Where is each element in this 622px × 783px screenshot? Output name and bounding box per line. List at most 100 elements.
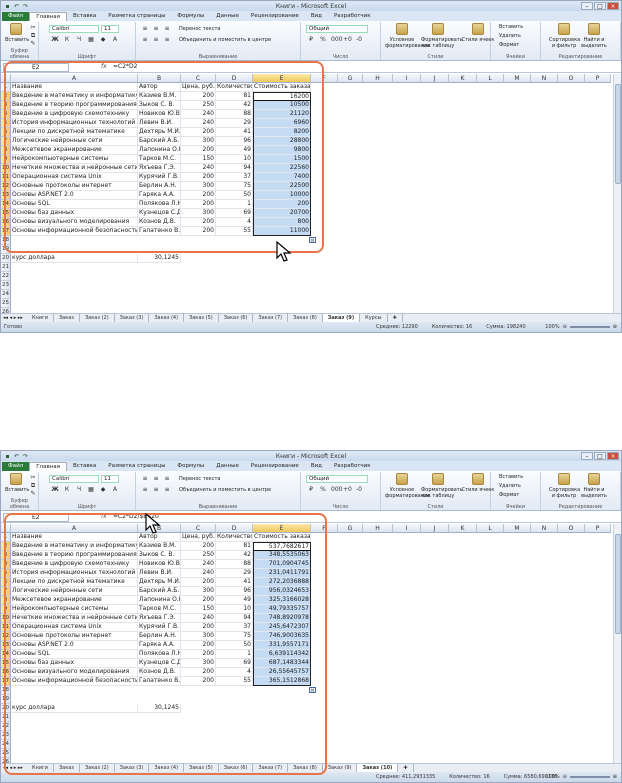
vertical-scrollbar[interactable]: [613, 524, 621, 769]
book-quantity[interactable]: 4: [216, 668, 253, 677]
book-price[interactable]: 200: [181, 218, 216, 227]
book-price[interactable]: 300: [181, 659, 216, 668]
sheet-tab[interactable]: Заказ (10): [357, 764, 399, 772]
cells-format-button[interactable]: Формат: [499, 492, 519, 498]
copy-icon[interactable]: ⧉: [29, 32, 37, 39]
book-quantity[interactable]: 42: [216, 101, 253, 110]
book-author[interactable]: Галатенко В.А.: [138, 227, 181, 236]
book-price[interactable]: 250: [181, 551, 216, 560]
percent-icon[interactable]: %: [319, 36, 327, 43]
row-header[interactable]: 24: [1, 290, 11, 299]
increase-decimal-icon[interactable]: +0: [343, 486, 352, 493]
book-quantity[interactable]: 75: [216, 182, 253, 191]
book-author[interactable]: Курячий Г.В.: [138, 623, 181, 632]
book-title[interactable]: Введение в теорию программирования: [11, 101, 138, 110]
format-painter-icon[interactable]: ✎: [29, 490, 37, 497]
row-header[interactable]: 7: [1, 137, 11, 146]
format-painter-icon[interactable]: ✎: [29, 40, 37, 47]
book-price[interactable]: 150: [181, 155, 216, 164]
redo-icon[interactable]: ↷: [22, 453, 29, 460]
column-header-D[interactable]: D: [216, 524, 253, 533]
row-header[interactable]: 13: [1, 191, 11, 200]
font-size-combo[interactable]: 11: [101, 25, 119, 33]
row-header[interactable]: 10: [1, 164, 11, 173]
book-title[interactable]: Введение в теорию программирования: [11, 551, 138, 560]
sheet-tab[interactable]: Заказ (3): [115, 764, 150, 772]
book-price[interactable]: 200: [181, 173, 216, 182]
number-format-combo[interactable]: Общий: [306, 475, 368, 483]
book-author[interactable]: Курячий Г.В.: [138, 173, 181, 182]
decrease-decimal-icon[interactable]: -0: [355, 486, 363, 493]
tab-3[interactable]: Разметка страницы: [102, 12, 171, 21]
book-title[interactable]: Нейрокомпьютерные системы: [11, 155, 138, 164]
column-title[interactable]: Стоимость заказа: [253, 83, 311, 92]
column-header-C[interactable]: C: [181, 524, 216, 533]
row-header[interactable]: 1: [1, 83, 11, 92]
row-header[interactable]: 14: [1, 650, 11, 659]
book-quantity[interactable]: 37: [216, 173, 253, 182]
align-center-icon[interactable]: ≡: [152, 36, 160, 43]
book-title[interactable]: Основы информационной безопасности: [11, 227, 138, 236]
sheet-tab[interactable]: Заказ (8): [288, 314, 323, 322]
column-header-A[interactable]: A: [11, 524, 138, 533]
book-title[interactable]: Основы ASP.NET 2.0: [11, 191, 138, 200]
font-size-combo[interactable]: 11: [101, 475, 119, 483]
zoom-in-icon[interactable]: ⊕: [613, 322, 617, 332]
bold-icon[interactable]: Ж: [51, 36, 59, 43]
row-header[interactable]: 12: [1, 632, 11, 641]
row-header[interactable]: 25: [1, 749, 11, 758]
book-author[interactable]: Кознов Д.В.: [138, 668, 181, 677]
bold-icon[interactable]: Ж: [51, 486, 59, 493]
autofill-options-icon[interactable]: ▤: [309, 687, 316, 693]
conditional-formatting-button[interactable]: Условное форматирование: [385, 473, 430, 499]
book-author[interactable]: Галатенко В.А.: [138, 677, 181, 686]
book-author[interactable]: Лапонина О.Р.: [138, 146, 181, 155]
rate-label[interactable]: курс доллара: [11, 254, 138, 263]
book-quantity[interactable]: 94: [216, 614, 253, 623]
book-title[interactable]: Основы SQL: [11, 200, 138, 209]
tab-0[interactable]: Файл: [2, 462, 30, 471]
name-box[interactable]: E2: [3, 513, 69, 522]
book-price[interactable]: 200: [181, 542, 216, 551]
thousands-icon[interactable]: 000: [331, 36, 342, 43]
column-title[interactable]: Количество: [216, 533, 253, 542]
cells-delete-button[interactable]: Удалить: [499, 483, 521, 489]
sheet-tab[interactable]: Заказ (5): [184, 764, 219, 772]
book-title[interactable]: Введение в математику и информатику: [11, 92, 138, 101]
cells-insert-button[interactable]: Вставить: [499, 474, 523, 480]
book-price[interactable]: 200: [181, 641, 216, 650]
autofill-options-icon[interactable]: ▤: [309, 237, 316, 243]
column-title[interactable]: Название: [11, 533, 138, 542]
sheet-tab[interactable]: Заказ (9): [322, 314, 361, 322]
book-quantity[interactable]: 88: [216, 560, 253, 569]
book-title[interactable]: Основные протоколы интернет: [11, 632, 138, 641]
column-header-G[interactable]: G: [338, 74, 363, 83]
increase-decimal-icon[interactable]: +0: [343, 36, 352, 43]
book-author[interactable]: Казиев В.М.: [138, 542, 181, 551]
row-header[interactable]: 8: [1, 146, 11, 155]
row-header[interactable]: 6: [1, 578, 11, 587]
column-header-J[interactable]: J: [421, 74, 449, 83]
sheet-nav-icon[interactable]: ◂◂ ◂ ▸ ▸▸: [3, 314, 23, 322]
book-price[interactable]: 300: [181, 182, 216, 191]
book-author[interactable]: Кознов Д.В.: [138, 218, 181, 227]
sheet-tab[interactable]: Заказ (9): [323, 764, 358, 772]
merge-center-button[interactable]: Объединить и поместить в центре: [179, 487, 271, 493]
book-price[interactable]: 240: [181, 110, 216, 119]
book-price[interactable]: 240: [181, 569, 216, 578]
row-header[interactable]: 17: [1, 227, 11, 236]
book-title[interactable]: Нейрокомпьютерные системы: [11, 605, 138, 614]
book-quantity[interactable]: 55: [216, 677, 253, 686]
row-header[interactable]: 22: [1, 722, 11, 731]
scrollbar-thumb[interactable]: [615, 84, 621, 184]
row-header[interactable]: 4: [1, 560, 11, 569]
column-title[interactable]: Название: [11, 83, 138, 92]
save-icon[interactable]: ▪: [4, 453, 11, 460]
book-title[interactable]: Основы ASP.NET 2.0: [11, 641, 138, 650]
book-title[interactable]: Межсетевое экранирование: [11, 146, 138, 155]
book-quantity[interactable]: 41: [216, 578, 253, 587]
column-header-H[interactable]: H: [363, 74, 393, 83]
column-title[interactable]: Цена, руб.: [181, 83, 216, 92]
book-price[interactable]: 300: [181, 137, 216, 146]
sheet-tab[interactable]: Заказ (5): [184, 314, 219, 322]
